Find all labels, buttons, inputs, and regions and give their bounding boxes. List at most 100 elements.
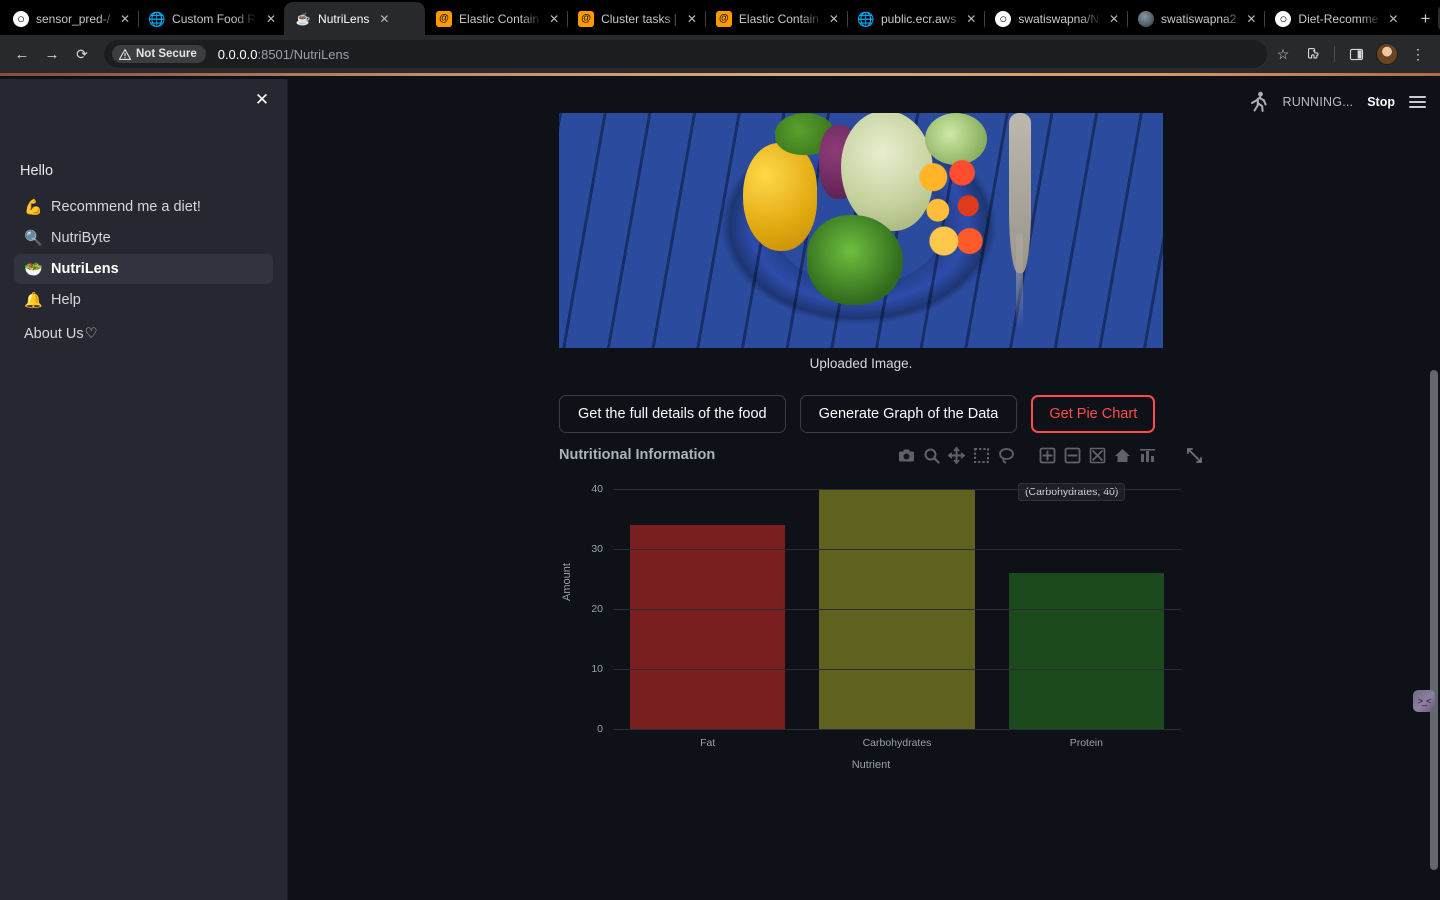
sidebar-close-icon[interactable]: ✕ (249, 87, 275, 113)
sidebar-item-label: Help (51, 292, 81, 308)
sidebar-greeting: Hello (20, 163, 54, 179)
sidebar-item-label: NutriLens (51, 261, 119, 277)
sidebar-item-nutribyte[interactable]: 🔍 NutriByte (14, 223, 273, 253)
zoom-icon[interactable] (923, 447, 940, 464)
browser-tab[interactable]: ○ sensor_pred-/ ✕ (2, 2, 140, 35)
reset-axes-home-icon[interactable] (1114, 447, 1131, 464)
tab-close-icon[interactable]: ✕ (117, 11, 133, 27)
browser-tab[interactable]: ○ swatiswapna/N ✕ (984, 2, 1128, 35)
tab-close-icon[interactable]: ✕ (546, 11, 562, 27)
tab-close-icon[interactable]: ✕ (1385, 11, 1401, 27)
sidebar-item-label: Recommend me a diet! (51, 199, 201, 215)
tab-strip: ○ sensor_pred-/ ✕ 🌐 Custom Food R ✕ ☕ Nu… (0, 0, 1440, 35)
address-bar[interactable]: Not Secure 0.0.0.0:8501/NutriLens (104, 40, 1267, 68)
profile-avatar[interactable] (1376, 43, 1398, 65)
tab-close-icon[interactable]: ✕ (1106, 11, 1122, 27)
sidebar-item-help[interactable]: 🔔 Help (14, 285, 273, 315)
sidebar-item-label: NutriByte (51, 230, 111, 246)
zoom-out-icon[interactable] (1064, 447, 1081, 464)
tab-title: Custom Food R (172, 11, 257, 26)
page-scrollbar[interactable] (1430, 370, 1438, 870)
get-pie-chart-button[interactable]: Get Pie Chart (1031, 395, 1156, 433)
browser-tab[interactable]: @ Cluster tasks | ✕ (567, 2, 706, 35)
sidebar-body: Hello 💪 Recommend me a diet! 🔍 NutriByte… (0, 79, 287, 342)
browser-tab[interactable]: ○ Diet-Recomme ✕ (1264, 2, 1406, 35)
nutrilens-icon: ☕ (295, 11, 311, 26)
chart-bar[interactable] (630, 525, 786, 729)
tab-close-icon[interactable]: ✕ (1243, 11, 1259, 27)
chart-gridline (613, 609, 1181, 610)
chart-x-tick-label: Fat (700, 737, 716, 749)
chart-gridline (613, 729, 1181, 730)
browser-tab[interactable]: 🌐 Custom Food R ✕ (138, 2, 286, 35)
camera-icon[interactable] (898, 447, 915, 464)
magnifier-icon: 🔍 (24, 229, 43, 247)
pan-icon[interactable] (948, 447, 965, 464)
chart-x-tick-label: Protein (1069, 737, 1103, 749)
not-secure-badge[interactable]: Not Secure (112, 45, 206, 63)
corn-region (743, 143, 817, 251)
browser-tab[interactable]: @ Elastic Contain ✕ (705, 2, 849, 35)
app-status-bar: RUNNING... Stop (1250, 79, 1440, 125)
aws-icon: @ (578, 10, 595, 27)
autoscale-icon[interactable] (1089, 447, 1106, 464)
bookmark-star-icon[interactable]: ☆ (1269, 40, 1297, 68)
tab-title: Elastic Contain (738, 11, 819, 26)
main-menu-icon[interactable] (1409, 96, 1426, 108)
stop-button[interactable]: Stop (1367, 95, 1395, 109)
tab-title: NutriLens (318, 11, 370, 26)
chart-y-tick-label: 10 (591, 663, 603, 675)
tab-close-icon[interactable]: ✕ (963, 11, 979, 27)
forward-button[interactable]: → (38, 40, 66, 68)
zoom-in-icon[interactable] (1039, 447, 1056, 464)
box-select-icon[interactable] (973, 447, 990, 464)
tab-title: Elastic Contain (459, 11, 540, 26)
github-icon: ○ (995, 10, 1012, 27)
tab-close-icon[interactable]: ✕ (826, 11, 842, 27)
tab-title: public.ecr.aws (880, 11, 957, 26)
extensions-icon[interactable] (1299, 40, 1327, 68)
new-tab-button[interactable]: + (1412, 6, 1438, 32)
tab-close-icon[interactable]: ✕ (263, 11, 279, 27)
chart-y-ticks: 0 10 20 30 40 (569, 483, 603, 735)
tab-title: swatiswapna2 (1161, 11, 1237, 26)
page-content: Uploaded Image. Get the full details of … (288, 79, 1440, 900)
toolbar-divider (1334, 46, 1335, 62)
browser-chrome: ○ sensor_pred-/ ✕ 🌐 Custom Food R ✕ ☕ Nu… (0, 0, 1440, 76)
chart-bar[interactable] (1008, 573, 1164, 729)
toggle-spikelines-icon[interactable] (1139, 447, 1156, 464)
plotly-modebar (898, 447, 1203, 464)
main-content: RUNNING... Stop Uploaded Image. Get the … (288, 79, 1440, 900)
tab-close-icon[interactable]: ✕ (376, 11, 392, 27)
browser-tab[interactable]: swatiswapna2 ✕ (1127, 2, 1266, 35)
url-host: 0.0.0.0 (217, 46, 258, 62)
browser-tab[interactable]: 🌐 public.ecr.aws ✕ (847, 2, 986, 35)
tab-close-icon[interactable]: ✕ (684, 11, 700, 27)
lasso-select-icon[interactable] (998, 447, 1015, 464)
side-panel-icon[interactable] (1342, 40, 1370, 68)
chart-gridline (613, 489, 1181, 490)
chart-plot-area[interactable]: Amount 0 10 20 30 40 (Carbohydrates, 40) Nut… (561, 483, 1181, 789)
assistant-widget-icon[interactable]: >_< (1413, 690, 1435, 712)
url-text: 0.0.0.0:8501/NutriLens (218, 47, 350, 62)
tab-title: Cluster tasks | (601, 11, 677, 26)
get-full-details-button[interactable]: Get the full details of the food (559, 395, 786, 433)
sidebar-item-about-us[interactable]: About Us ♡ (24, 326, 273, 342)
browser-tab-active[interactable]: ☕ NutriLens ✕ (284, 2, 426, 35)
browser-menu-icon[interactable]: ⋮ (1404, 40, 1432, 68)
generate-graph-button[interactable]: Generate Graph of the Data (799, 395, 1018, 433)
chart-x-axis-label: Nutrient (851, 759, 891, 771)
browser-tab[interactable]: @ Elastic Contain ✕ (425, 2, 569, 35)
image-caption: Uploaded Image. (809, 356, 913, 371)
salad-icon: 🥗 (24, 260, 43, 278)
chart-gridline (613, 549, 1181, 550)
sidebar-item-nutrilens[interactable]: 🥗 NutriLens (14, 254, 273, 284)
reload-button[interactable]: ⟳ (68, 40, 96, 68)
back-button[interactable]: ← (8, 40, 36, 68)
url-path: :8501/NutriLens (257, 46, 350, 62)
sidebar-item-recommend-diet[interactable]: 💪 Recommend me a diet! (14, 192, 273, 222)
expand-fullscreen-icon[interactable] (1186, 447, 1203, 464)
sidebar: ✕ Hello 💪 Recommend me a diet! 🔍 NutriBy… (0, 79, 288, 900)
streamlit-app: ✕ Hello 💪 Recommend me a diet! 🔍 NutriBy… (0, 79, 1440, 900)
chart-y-tick-label: 30 (591, 543, 603, 555)
